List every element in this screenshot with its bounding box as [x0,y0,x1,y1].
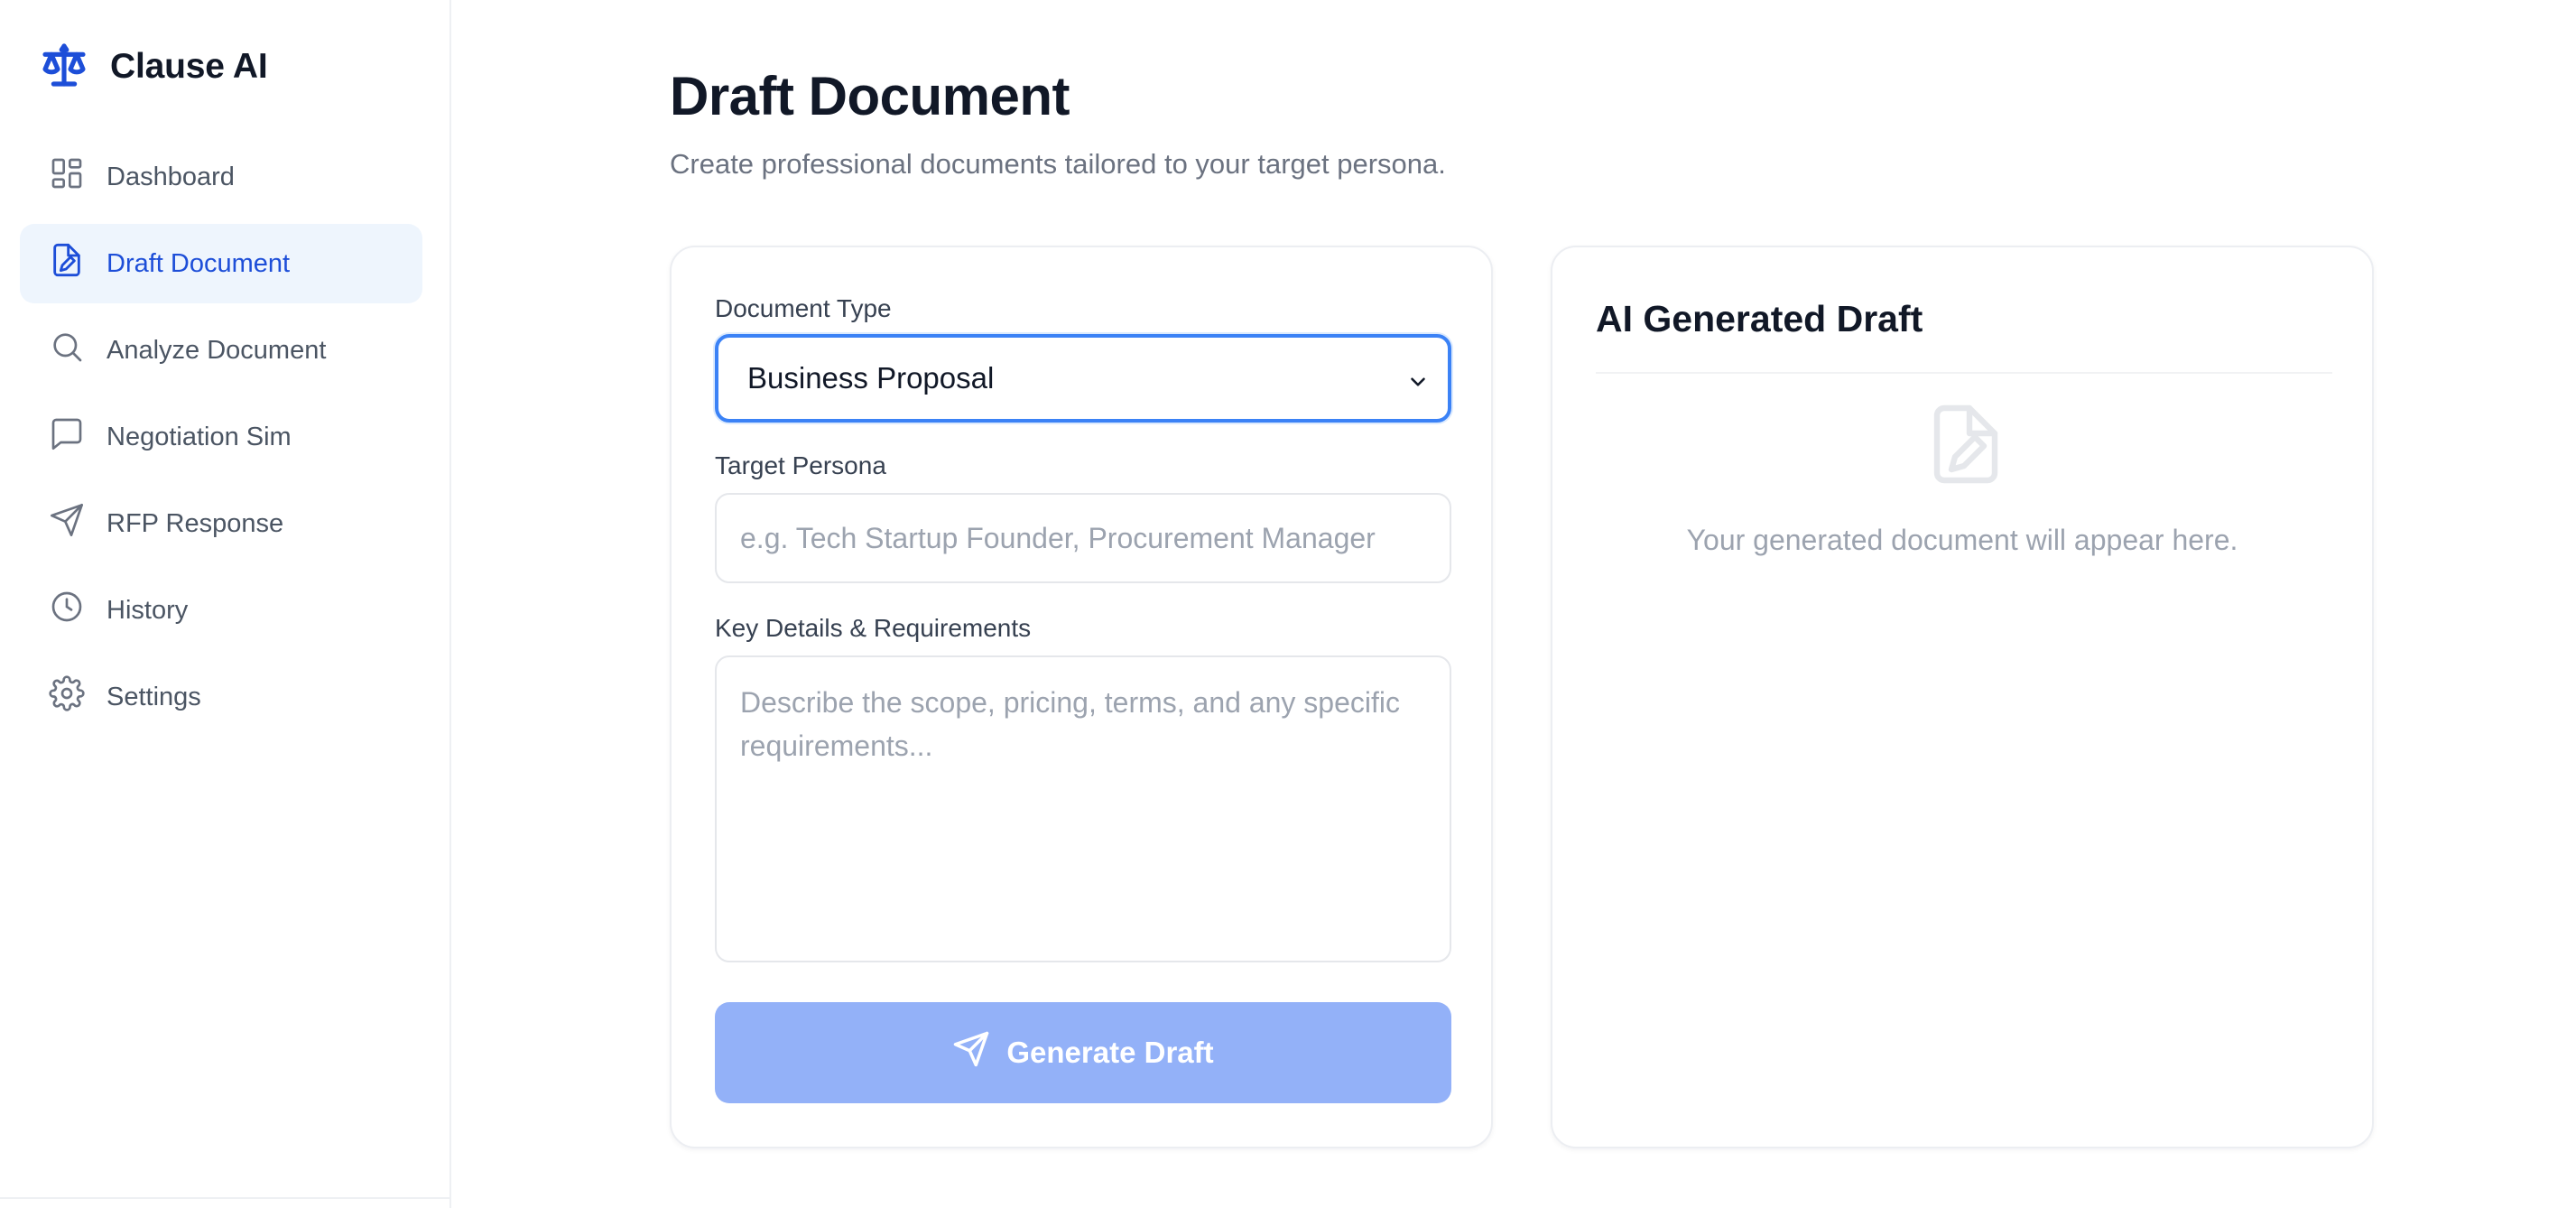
chevron-down-icon [1406,367,1430,390]
sidebar-item-label: Analyze Document [107,335,327,365]
sidebar-item-negotiation-sim[interactable]: Negotiation Sim [20,397,422,477]
clock-icon [49,589,85,632]
document-type-select[interactable]: Business Proposal [715,334,1451,423]
app-name: Clause AI [110,47,268,86]
sidebar-item-label: History [107,595,189,625]
sidebar: Clause AI Dashboard Draft Document Analy… [0,0,451,1208]
message-icon [49,415,85,459]
target-persona-input[interactable]: e.g. Tech Startup Founder, Procurement M… [715,493,1451,583]
sidebar-item-label: Dashboard [107,162,235,191]
sidebar-item-label: Draft Document [107,248,291,278]
page-title: Draft Document [670,66,1070,126]
sidebar-item-draft-document[interactable]: Draft Document [20,224,422,303]
sidebar-item-analyze-document[interactable]: Analyze Document [20,311,422,390]
send-icon [952,1030,990,1075]
sidebar-item-settings[interactable]: Settings [20,657,422,737]
output-divider [1596,372,2332,374]
output-placeholder-text: Your generated document will appear here… [1686,524,2238,556]
gear-icon [49,675,85,719]
sidebar-footer-divider [0,1197,451,1199]
sidebar-item-label: RFP Response [107,508,284,538]
document-type-value: Business Proposal [747,361,995,395]
sidebar-item-label: Settings [107,682,201,711]
generate-draft-label: Generate Draft [1006,1036,1214,1069]
scale-logo-icon [36,40,92,95]
target-persona-label: Target Persona [715,451,886,479]
output-card: AI Generated Draft Your generated docume… [1551,246,2374,1148]
document-placeholder-icon [1923,401,2009,488]
sidebar-item-rfp-response[interactable]: RFP Response [20,484,422,563]
draft-form-card: Document Type Business Proposal Target P… [670,246,1493,1148]
target-persona-placeholder: e.g. Tech Startup Founder, Procurement M… [740,521,1376,554]
sidebar-item-dashboard[interactable]: Dashboard [20,137,422,217]
key-details-placeholder: Describe the scope, pricing, terms, and … [740,686,1400,762]
dashboard-icon [49,155,85,199]
draft-file-icon [49,242,85,285]
page-subtitle: Create professional documents tailored t… [670,148,1446,180]
search-icon [49,329,85,372]
sidebar-nav: Dashboard Draft Document Analyze Documen… [20,137,422,744]
generate-draft-button[interactable]: Generate Draft [715,1002,1451,1103]
sidebar-item-history[interactable]: History [20,571,422,650]
key-details-label: Key Details & Requirements [715,614,1032,642]
output-title: AI Generated Draft [1596,298,1923,339]
app-root: Clause AI Dashboard Draft Document Analy… [0,0,2576,1208]
key-details-textarea[interactable]: Describe the scope, pricing, terms, and … [715,655,1451,962]
document-type-label: Document Type [715,294,892,322]
send-icon [49,502,85,545]
brand[interactable]: Clause AI [36,40,268,95]
sidebar-item-label: Negotiation Sim [107,422,292,451]
